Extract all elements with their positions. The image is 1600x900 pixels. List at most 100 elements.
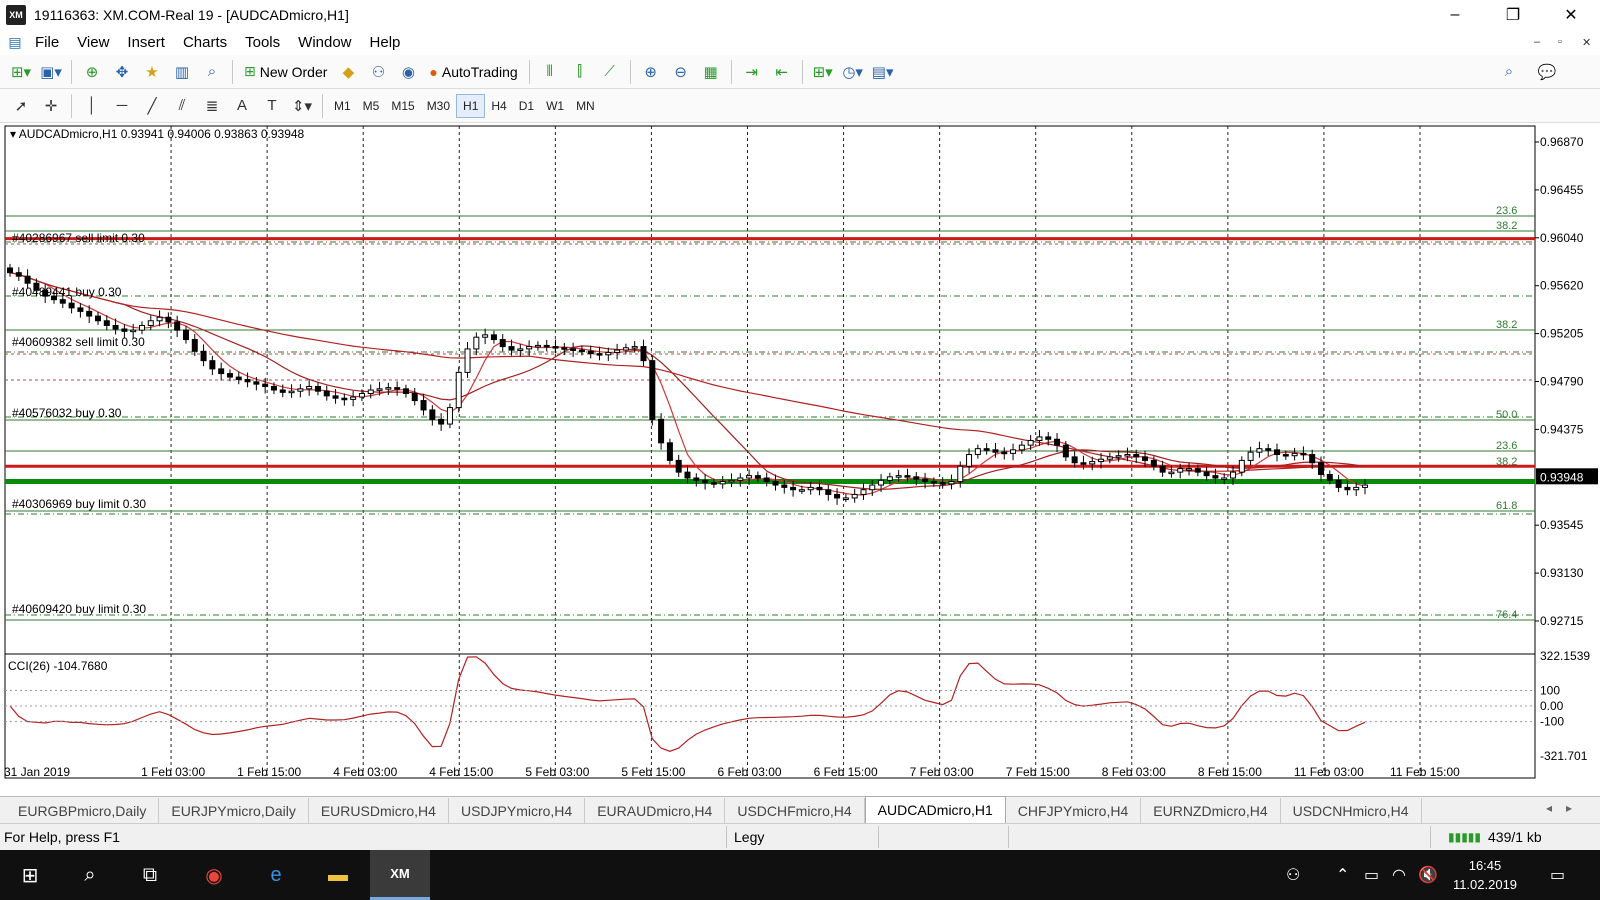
notifications-icon[interactable]: ▭ — [1550, 850, 1565, 900]
market-icon[interactable]: ◉ — [395, 59, 421, 85]
edge-icon[interactable]: e — [246, 850, 306, 900]
profiles-icon[interactable]: ▣▾ — [38, 59, 64, 85]
chat-icon[interactable]: 💬 — [1534, 59, 1560, 85]
zoom-out-icon[interactable]: ⊖ — [668, 59, 694, 85]
timeframe-m30[interactable]: M30 — [421, 94, 456, 118]
navigator-icon[interactable]: ★ — [139, 59, 165, 85]
chart-tab-usdjpy-h4[interactable]: USDJPYmicro,H4 — [449, 798, 586, 823]
chart-tab-eurnzd-h4[interactable]: EURNZDmicro,H4 — [1141, 798, 1281, 823]
fibonacci-icon[interactable]: ≣ — [199, 93, 225, 119]
strategy-tester-icon[interactable]: ⌕ — [199, 59, 225, 85]
toolbar-separator — [322, 93, 323, 118]
templates-icon[interactable]: ▤▾ — [870, 59, 896, 85]
chart-tabs-bar: EURGBPmicro,Daily EURJPYmicro,Daily EURU… — [0, 796, 1600, 823]
menu-window[interactable]: Window — [289, 34, 360, 51]
menu-help[interactable]: Help — [361, 34, 410, 51]
price-chart[interactable]: 31 Jan 2019 1 Feb 03:00 1 Feb 15:00 4 Feb 0… — [0, 124, 1600, 796]
menu-insert[interactable]: Insert — [118, 34, 174, 51]
tabs-scroll-arrows[interactable]: ◂▸ — [1546, 801, 1586, 815]
search-taskbar-icon[interactable]: ⌕ — [60, 850, 120, 900]
status-separator — [878, 826, 879, 848]
chart-tab-eurgbp-daily[interactable]: EURGBPmicro,Daily — [6, 798, 160, 823]
timeframe-m5[interactable]: M5 — [357, 94, 386, 118]
menu-tools[interactable]: Tools — [236, 34, 289, 51]
chrome-icon[interactable]: ◉ — [184, 850, 244, 900]
menu-charts[interactable]: Charts — [174, 34, 236, 51]
menu-view[interactable]: View — [68, 34, 118, 51]
price-axis-label: 0.95205 — [1540, 327, 1584, 341]
candlestick-chart-icon[interactable]: ⫿ — [567, 59, 593, 85]
equidistant-channel-icon[interactable]: ⫽ — [169, 93, 195, 119]
chart-tab-usdcnh-h4[interactable]: USDCNHmicro,H4 — [1281, 798, 1422, 823]
chart-tab-eurusd-h4[interactable]: EURUSDmicro,H4 — [309, 798, 449, 823]
taskbar-clock[interactable]: 16:45 11.02.2019 — [1440, 856, 1530, 894]
status-profile[interactable]: Legy — [734, 829, 764, 845]
line-chart-icon[interactable]: ⟋ — [597, 59, 623, 85]
signals-icon[interactable]: ⚇ — [365, 59, 391, 85]
volume-muted-icon[interactable]: 🔇 — [1418, 850, 1438, 900]
battery-icon[interactable]: ▭ — [1364, 850, 1379, 900]
autotrading-button[interactable]: ● AutoTrading — [425, 59, 521, 85]
new-chart-icon[interactable]: ⊞▾ — [8, 59, 34, 85]
arrows-icon[interactable]: ⇕▾ — [289, 93, 315, 119]
terminal-icon[interactable]: ▥ — [169, 59, 195, 85]
new-order-button[interactable]: ⊞ New Order — [240, 59, 331, 85]
menu-file[interactable]: File — [26, 34, 68, 51]
timeframe-h1[interactable]: H1 — [456, 93, 486, 118]
data-window-icon[interactable]: ✥ — [109, 59, 135, 85]
crosshair-icon[interactable]: ✛ — [38, 93, 64, 119]
time-axis-label: 8 Feb 03:00 — [1102, 765, 1166, 779]
horizontal-line-icon[interactable]: ─ — [109, 93, 135, 119]
timeframe-w1[interactable]: W1 — [540, 94, 570, 118]
cursor-icon[interactable]: ➚ — [8, 93, 34, 119]
text-label-icon[interactable]: T — [259, 93, 285, 119]
wifi-icon[interactable]: ◠ — [1392, 850, 1406, 900]
chart-tab-euraud-h4[interactable]: EURAUDmicro,H4 — [585, 798, 726, 823]
timeframe-h4[interactable]: H4 — [485, 94, 512, 118]
chart-tab-audcad-h1[interactable]: AUDCADmicro,H1 — [864, 796, 1006, 823]
mdi-restore-button[interactable]: ▫ — [1558, 36, 1562, 48]
zoom-in-icon[interactable]: ⊕ — [638, 59, 664, 85]
tile-windows-icon[interactable]: ▦ — [698, 59, 724, 85]
search-icon[interactable]: ⌕ — [1496, 59, 1522, 85]
chart-tab-chfjpy-h4[interactable]: CHFJPYmicro,H4 — [1006, 798, 1142, 823]
timeframe-m1[interactable]: M1 — [328, 94, 357, 118]
trendline-icon[interactable]: ╱ — [139, 93, 165, 119]
mdi-close-button[interactable]: ✕ — [1582, 36, 1591, 49]
xm-taskbar-icon[interactable]: XM — [370, 850, 430, 900]
show-hidden-icons-chevron-icon[interactable]: ⌃ — [1336, 850, 1349, 900]
chart-window[interactable]: 31 Jan 2019 1 Feb 03:00 1 Feb 15:00 4 Feb 0… — [0, 124, 1600, 796]
close-button[interactable]: ✕ — [1542, 0, 1600, 30]
timeframe-d1[interactable]: D1 — [513, 94, 540, 118]
auto-scroll-icon[interactable]: ⇥ — [739, 59, 765, 85]
candle-body — [1001, 451, 1008, 455]
candle-body — [886, 476, 893, 481]
start-windows-icon[interactable]: ⊞ — [0, 850, 60, 900]
maximize-button[interactable]: ❐ — [1484, 0, 1542, 30]
chart-shift-icon[interactable]: ⇤ — [769, 59, 795, 85]
chart-tab-eurjpy-daily[interactable]: EURJPYmicro,Daily — [159, 798, 309, 823]
mdi-document-icon[interactable]: ▤ — [4, 34, 26, 52]
title-bar: XM 19116363: XM.COM-Real 19 - [AUDCADmic… — [0, 0, 1600, 30]
timeframe-m15[interactable]: M15 — [385, 94, 420, 118]
indicators-icon[interactable]: ⊞▾ — [810, 59, 836, 85]
task-view-icon[interactable]: ⧉ — [120, 850, 180, 900]
people-icon[interactable]: ⚇ — [1286, 850, 1300, 900]
candle-body — [191, 339, 198, 352]
price-axis-label: 0.96040 — [1540, 231, 1584, 245]
periods-icon[interactable]: ◷▾ — [840, 59, 866, 85]
candle-body — [490, 334, 497, 341]
vertical-line-icon[interactable]: │ — [79, 93, 105, 119]
bar-chart-icon[interactable]: ⫴ — [537, 59, 563, 85]
market-watch-icon[interactable]: ⊕ — [79, 59, 105, 85]
file-explorer-icon[interactable]: ▬ — [308, 850, 368, 900]
candle-body — [1326, 473, 1333, 481]
timeframe-mn[interactable]: MN — [570, 94, 601, 118]
mdi-minimize-button[interactable]: – — [1534, 36, 1540, 48]
text-icon[interactable]: A — [229, 93, 255, 119]
minimize-button[interactable]: – — [1426, 0, 1484, 30]
candle-body — [1027, 439, 1034, 446]
chart-tab-usdchf-h4[interactable]: USDCHFmicro,H4 — [725, 798, 865, 823]
candle-body — [534, 344, 541, 348]
metaeditor-icon[interactable]: ◆ — [335, 59, 361, 85]
